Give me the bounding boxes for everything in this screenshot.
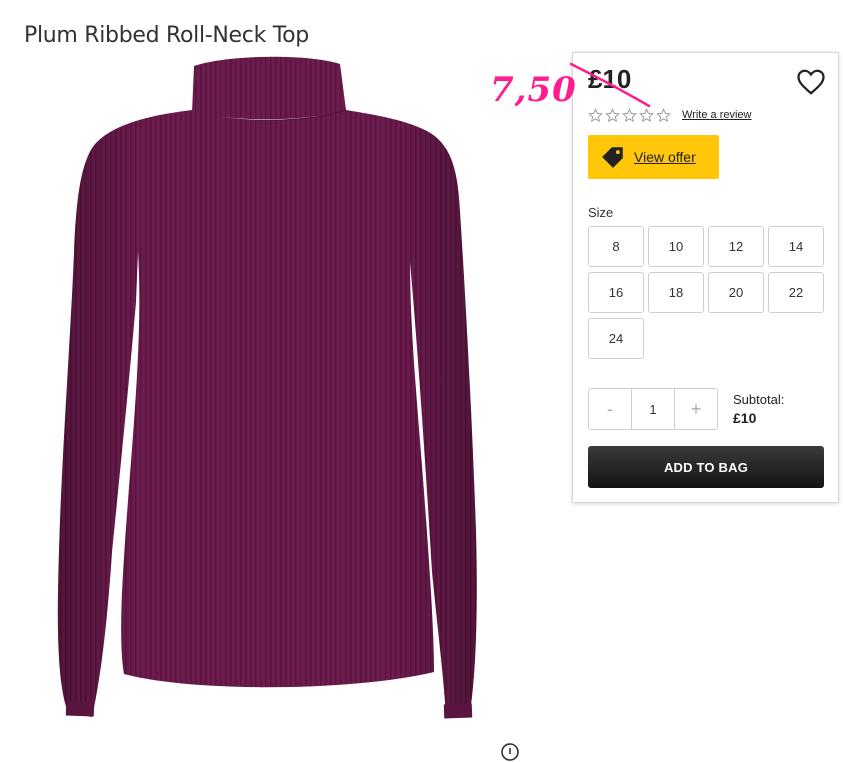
- view-offer-label: View offer: [634, 149, 696, 165]
- size-option[interactable]: 24: [588, 318, 644, 359]
- tag-icon: [602, 147, 623, 168]
- quantity-stepper: - 1 +: [588, 388, 718, 430]
- size-label: Size: [588, 205, 614, 220]
- star-icon: [605, 108, 620, 123]
- decrease-quantity-button[interactable]: -: [589, 389, 631, 429]
- heart-icon[interactable]: [796, 67, 826, 97]
- price: £10: [588, 64, 632, 94]
- product-image: [57, 56, 477, 719]
- quantity-value[interactable]: 1: [631, 389, 675, 429]
- zoom-icon[interactable]: [500, 742, 520, 762]
- star-icon: [588, 108, 603, 123]
- star-icon: [639, 108, 654, 123]
- subtotal-label: Subtotal:: [733, 392, 785, 407]
- handwritten-sale-price: 7,50: [490, 70, 577, 110]
- size-option[interactable]: 12: [708, 226, 764, 267]
- view-offer-button[interactable]: View offer: [588, 135, 719, 179]
- star-icon: [656, 108, 671, 123]
- size-option[interactable]: 16: [588, 272, 644, 313]
- add-to-bag-button[interactable]: ADD TO BAG: [588, 446, 824, 488]
- size-option[interactable]: 10: [648, 226, 704, 267]
- rating-stars: [588, 108, 671, 123]
- product-title: Plum Ribbed Roll-Neck Top: [24, 22, 309, 48]
- write-review-link[interactable]: Write a review: [682, 109, 751, 121]
- size-option[interactable]: 8: [588, 226, 644, 267]
- size-option[interactable]: 20: [708, 272, 764, 313]
- subtotal-value: £10: [733, 410, 757, 426]
- size-option[interactable]: 22: [768, 272, 824, 313]
- star-icon: [622, 108, 637, 123]
- size-option[interactable]: 14: [768, 226, 824, 267]
- increase-quantity-button[interactable]: +: [675, 389, 717, 429]
- size-option[interactable]: 18: [648, 272, 704, 313]
